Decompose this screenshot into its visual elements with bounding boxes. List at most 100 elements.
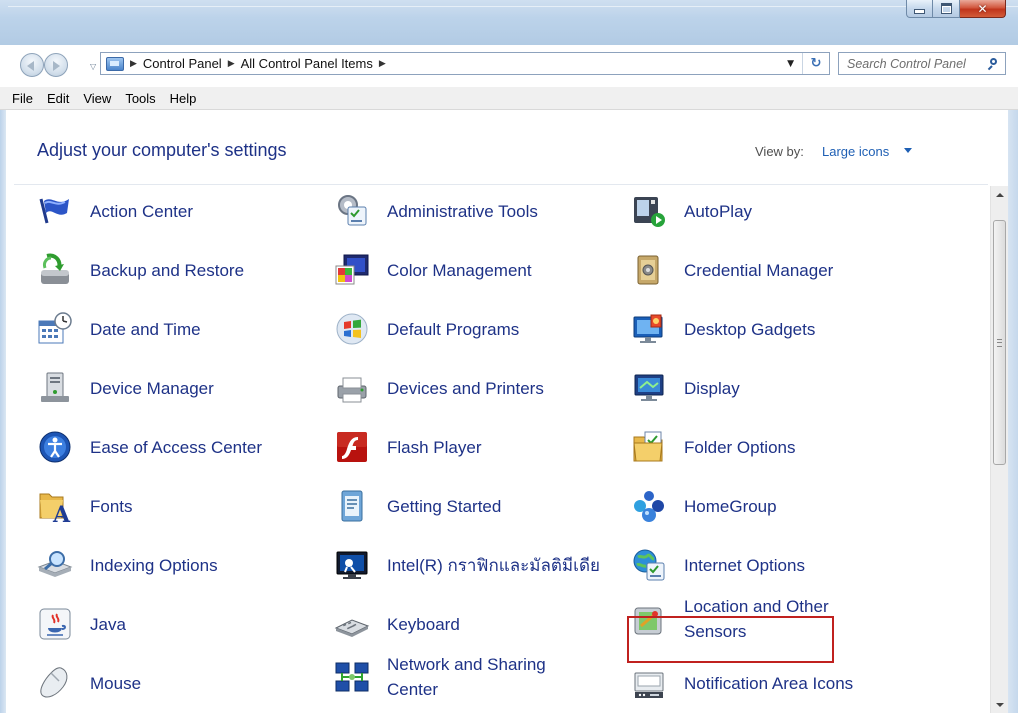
credential-vault-icon <box>637 255 659 285</box>
address-bar[interactable]: ▶ Control Panel ▶ All Control Panel Item… <box>100 52 830 75</box>
item-location-and-other-sensors[interactable]: Location and Other Sensors <box>631 594 874 644</box>
item-label[interactable]: Credential Manager <box>684 258 833 283</box>
item-intel-graphics[interactable]: Intel(R) กราฟิกและมัลติมีเดีย <box>334 540 600 590</box>
item-label[interactable]: HomeGroup <box>684 494 777 519</box>
item-display[interactable]: Display <box>631 363 740 413</box>
breadcrumb-separator-icon[interactable]: ▶ <box>379 59 386 69</box>
internet-options-icon <box>633 549 665 581</box>
breadcrumb-separator-icon[interactable]: ▶ <box>228 59 235 69</box>
scroll-down-button[interactable] <box>991 696 1008 713</box>
item-label[interactable]: Flash Player <box>387 435 481 460</box>
item-action-center[interactable]: Action Center <box>37 186 193 236</box>
close-button[interactable]: ✕ <box>960 0 1006 18</box>
item-label[interactable]: Color Management <box>387 258 532 283</box>
item-java[interactable]: Java <box>37 599 126 649</box>
gadgets-icon <box>633 314 663 343</box>
item-keyboard[interactable]: Keyboard <box>334 599 460 649</box>
item-label[interactable]: Date and Time <box>90 317 201 342</box>
item-label[interactable]: Device Manager <box>90 376 214 401</box>
item-desktop-gadgets[interactable]: Desktop Gadgets <box>631 304 815 354</box>
item-label[interactable]: Administrative Tools <box>387 199 538 224</box>
view-by-dropdown[interactable]: Large icons <box>822 144 889 159</box>
forward-button[interactable] <box>44 53 68 77</box>
item-getting-started[interactable]: Getting Started <box>334 481 501 531</box>
search-icon[interactable] <box>987 57 999 70</box>
item-label[interactable]: Ease of Access Center <box>90 435 262 460</box>
item-flash-player[interactable]: Flash Player <box>334 422 481 472</box>
view-by-caret-icon[interactable] <box>904 148 912 153</box>
item-label[interactable]: Backup and Restore <box>90 258 244 283</box>
recent-pages-dropdown-icon[interactable]: ▽ <box>90 62 96 71</box>
menu-file[interactable]: File <box>5 91 40 106</box>
item-label[interactable]: AutoPlay <box>684 199 752 224</box>
back-button[interactable] <box>20 53 44 77</box>
item-label[interactable]: Devices and Printers <box>387 376 544 401</box>
glass-edge <box>8 6 1018 7</box>
item-ease-of-access-center[interactable]: Ease of Access Center <box>37 422 262 472</box>
search-input[interactable]: Search Control Panel <box>838 52 1006 75</box>
minimize-button[interactable] <box>906 0 933 18</box>
item-label[interactable]: Internet Options <box>684 553 805 578</box>
item-label[interactable]: Desktop Gadgets <box>684 317 815 342</box>
item-label[interactable]: Network and Sharing Center <box>387 652 577 702</box>
header-divider <box>14 184 988 185</box>
address-dropdown-icon[interactable]: ▼ <box>787 59 794 69</box>
menu-edit[interactable]: Edit <box>40 91 76 106</box>
item-label[interactable]: Indexing Options <box>90 553 218 578</box>
item-indexing-options[interactable]: Indexing Options <box>37 540 218 590</box>
close-icon: ✕ <box>977 1 988 16</box>
printer-icon <box>337 377 367 403</box>
item-label[interactable]: Notification Area Icons <box>684 671 853 696</box>
item-folder-options[interactable]: Folder Options <box>631 422 796 472</box>
page-title: Adjust your computer's settings <box>37 140 287 160</box>
item-credential-manager[interactable]: Credential Manager <box>631 245 833 295</box>
flash-icon <box>337 432 367 462</box>
item-mouse[interactable]: Mouse <box>37 658 141 708</box>
item-fonts[interactable]: A Fonts <box>37 481 133 531</box>
item-label[interactable]: Display <box>684 376 740 401</box>
item-backup-and-restore[interactable]: Backup and Restore <box>37 245 244 295</box>
item-label[interactable]: Location and Other Sensors <box>684 594 874 644</box>
folder-options-icon <box>633 431 663 462</box>
item-administrative-tools[interactable]: Administrative Tools <box>334 186 538 236</box>
item-label[interactable]: Mouse <box>90 671 141 696</box>
breadcrumb-separator-icon[interactable]: ▶ <box>130 59 137 69</box>
item-label[interactable]: Fonts <box>90 494 133 519</box>
item-internet-options[interactable]: Internet Options <box>631 540 805 590</box>
item-homegroup[interactable]: HomeGroup <box>631 481 777 531</box>
keyboard-icon <box>334 619 370 637</box>
menu-help[interactable]: Help <box>163 91 204 106</box>
menu-tools[interactable]: Tools <box>118 91 162 106</box>
breadcrumb-all-items[interactable]: All Control Panel Items <box>241 56 373 71</box>
item-label[interactable]: Getting Started <box>387 494 501 519</box>
item-label[interactable]: Default Programs <box>387 317 519 342</box>
item-notification-area-icons[interactable]: Notification Area Icons <box>631 658 853 708</box>
item-network-and-sharing-center[interactable]: Network and Sharing Center <box>334 652 577 702</box>
item-label[interactable]: Keyboard <box>387 612 460 637</box>
monitor-icon <box>634 374 664 401</box>
device-manager-icon <box>41 372 69 402</box>
title-bar[interactable]: ✕ <box>0 0 1018 45</box>
item-label[interactable]: Action Center <box>90 199 193 224</box>
indexing-icon <box>37 551 73 577</box>
item-device-manager[interactable]: Device Manager <box>37 363 214 413</box>
scroll-up-button[interactable] <box>991 186 1008 203</box>
item-default-programs[interactable]: Default Programs <box>334 304 519 354</box>
view-by-label: View by: <box>755 144 804 159</box>
item-devices-and-printers[interactable]: Devices and Printers <box>334 363 544 413</box>
maximize-icon <box>940 3 952 14</box>
item-label[interactable]: Intel(R) กราฟิกและมัลติมีเดีย <box>387 553 600 578</box>
item-label[interactable]: Folder Options <box>684 435 796 460</box>
caption-buttons: ✕ <box>906 0 1006 19</box>
item-color-management[interactable]: Color Management <box>334 245 532 295</box>
scroll-thumb[interactable] <box>993 220 1006 465</box>
menu-view[interactable]: View <box>76 91 118 106</box>
item-date-and-time[interactable]: Date and Time <box>37 304 201 354</box>
breadcrumb-control-panel[interactable]: Control Panel <box>143 56 222 71</box>
color-management-icon <box>335 254 369 285</box>
maximize-button[interactable] <box>933 0 960 18</box>
item-autoplay[interactable]: AutoPlay <box>631 186 752 236</box>
refresh-button[interactable]: ↻ <box>802 53 829 74</box>
vertical-scrollbar[interactable] <box>990 186 1008 713</box>
item-label[interactable]: Java <box>90 612 126 637</box>
